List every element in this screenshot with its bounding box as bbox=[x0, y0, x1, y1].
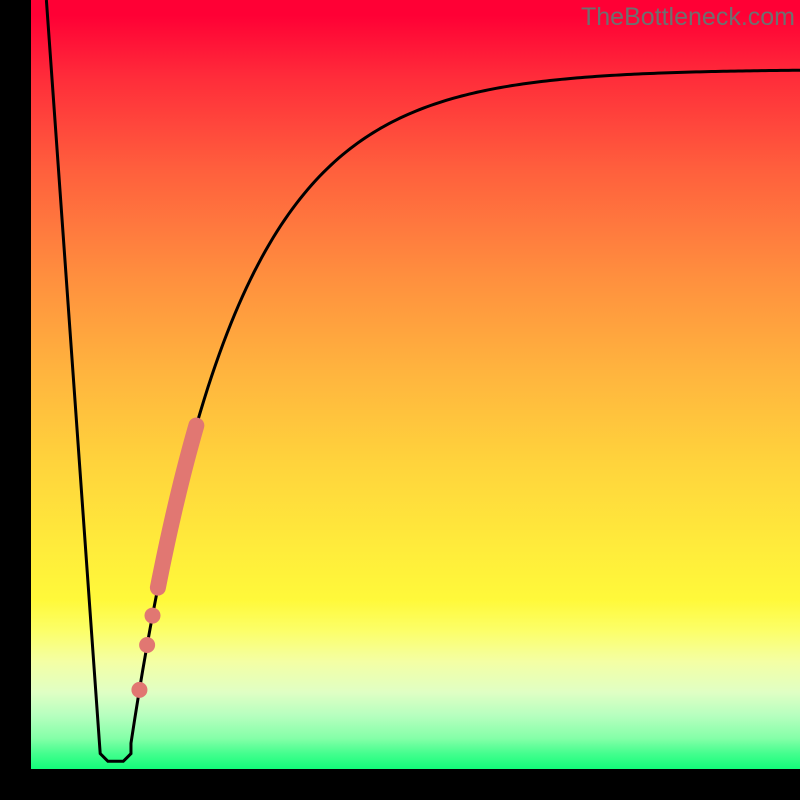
highlight-dot bbox=[145, 608, 161, 624]
highlight-dots bbox=[131, 608, 160, 698]
highlight-dot bbox=[131, 682, 147, 698]
bottleneck-curve bbox=[46, 0, 800, 761]
watermark-text: TheBottleneck.com bbox=[581, 3, 795, 32]
plot-area: TheBottleneck.com bbox=[31, 0, 800, 769]
chart-overlay bbox=[31, 0, 800, 769]
highlight-dot bbox=[139, 637, 155, 653]
highlight-segment bbox=[158, 426, 196, 588]
